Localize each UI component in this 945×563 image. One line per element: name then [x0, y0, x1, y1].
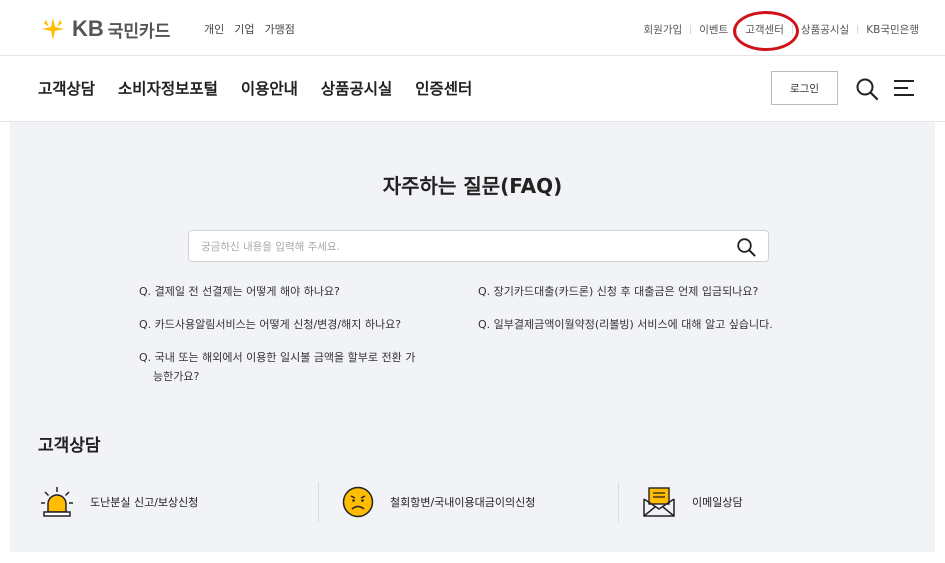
- util-link-signup[interactable]: 회원가입: [644, 22, 683, 37]
- divider: |: [689, 24, 693, 35]
- faq-question[interactable]: Q. 결제일 전 선결제는 어떻게 해야 하나요?: [139, 282, 419, 301]
- faq-question[interactable]: Q. 일부결제금액이월약정(리볼빙) 서비스에 대해 알고 싶습니다.: [478, 315, 808, 334]
- nav-item-consultation[interactable]: 고객상담: [38, 77, 95, 99]
- consult-item-label: 도난분실 신고/보상신청: [90, 496, 199, 509]
- consult-item-email[interactable]: 이메일상담: [642, 478, 743, 526]
- faq-list-right: Q. 장기카드대출(카드론) 신청 후 대출금은 언제 입금되나요? Q. 일부…: [478, 282, 808, 348]
- util-link-product-disclosure[interactable]: 상품공시실: [801, 22, 849, 37]
- nav-menu: 고객상담 소비자정보포털 이용안내 상품공시실 인증센터: [38, 77, 472, 99]
- faq-title: 자주하는 질문(FAQ): [382, 174, 563, 198]
- util-link-kb-bank[interactable]: KB국민은행: [866, 22, 919, 37]
- faq-question[interactable]: Q. 국내 또는 해외에서 이용한 일시불 금액을 할부로 전환 가능한가요?: [139, 348, 419, 386]
- nav-item-certification-center[interactable]: 인증센터: [415, 77, 472, 99]
- consult-item-label: 철회항변/국내이용대금이의신청: [390, 496, 536, 509]
- search-icon[interactable]: [855, 77, 879, 101]
- segment-menu: 개인 기업 가맹점: [204, 21, 295, 37]
- utility-links: 회원가입 | 이벤트 | 고객센터 | 상품공시실 | KB국민은행: [644, 11, 919, 51]
- top-utility-bar: KB 국민카드 개인 기업 가맹점 회원가입 | 이벤트 | 고객센터 | 상품…: [0, 0, 945, 56]
- hamburger-menu-icon[interactable]: [893, 78, 915, 98]
- segment-business[interactable]: 기업: [234, 21, 254, 37]
- logo-kb-text: KB: [72, 16, 104, 41]
- consult-item-label: 이메일상담: [692, 496, 743, 509]
- divider: |: [856, 24, 860, 35]
- faq-list-left: Q. 결제일 전 선결제는 어떻게 해야 하나요? Q. 카드사용알림서비스는 …: [139, 282, 419, 400]
- kb-star-icon: [42, 18, 64, 40]
- faq-content-area: 자주하는 질문(FAQ) Q. 결제일 전 선결제는 어떻게 해야 하나요? Q…: [10, 122, 935, 552]
- consult-item-dispute[interactable]: 철회항변/국내이용대금이의신청: [342, 478, 535, 526]
- sad-face-icon: [342, 486, 374, 518]
- search-icon[interactable]: [736, 237, 756, 257]
- faq-search-box: [188, 230, 769, 262]
- util-link-customer-center[interactable]: 고객센터: [733, 11, 799, 51]
- segment-personal[interactable]: 개인: [204, 21, 224, 37]
- login-button[interactable]: 로그인: [771, 71, 838, 105]
- util-link-event[interactable]: 이벤트: [699, 22, 728, 37]
- faq-question[interactable]: Q. 카드사용알림서비스는 어떻게 신청/변경/해지 하나요?: [139, 315, 419, 334]
- kb-kookmin-card-logo[interactable]: KB 국민카드: [38, 16, 170, 42]
- consult-item-theft-loss[interactable]: 도난분실 신고/보상신청: [40, 478, 198, 526]
- main-navigation: 고객상담 소비자정보포털 이용안내 상품공시실 인증센터 로그인: [0, 56, 945, 122]
- consultation-section-title: 고객상담: [38, 436, 101, 456]
- divider: [618, 482, 619, 522]
- logo-name-text: 국민카드: [107, 21, 171, 42]
- divider: [318, 482, 319, 522]
- siren-icon: [41, 487, 73, 517]
- faq-search-input[interactable]: [201, 237, 721, 257]
- nav-item-product-disclosure[interactable]: 상품공시실: [321, 77, 392, 99]
- email-icon: [643, 487, 675, 517]
- nav-item-consumer-portal[interactable]: 소비자정보포털: [118, 77, 218, 99]
- faq-question[interactable]: Q. 장기카드대출(카드론) 신청 후 대출금은 언제 입금되나요?: [478, 282, 808, 301]
- consultation-items: 도난분실 신고/보상신청 철회항변/국내이용대금이의신청 이메일상담: [10, 478, 935, 526]
- segment-merchant[interactable]: 가맹점: [265, 21, 295, 37]
- nav-item-usage-guide[interactable]: 이용안내: [241, 77, 298, 99]
